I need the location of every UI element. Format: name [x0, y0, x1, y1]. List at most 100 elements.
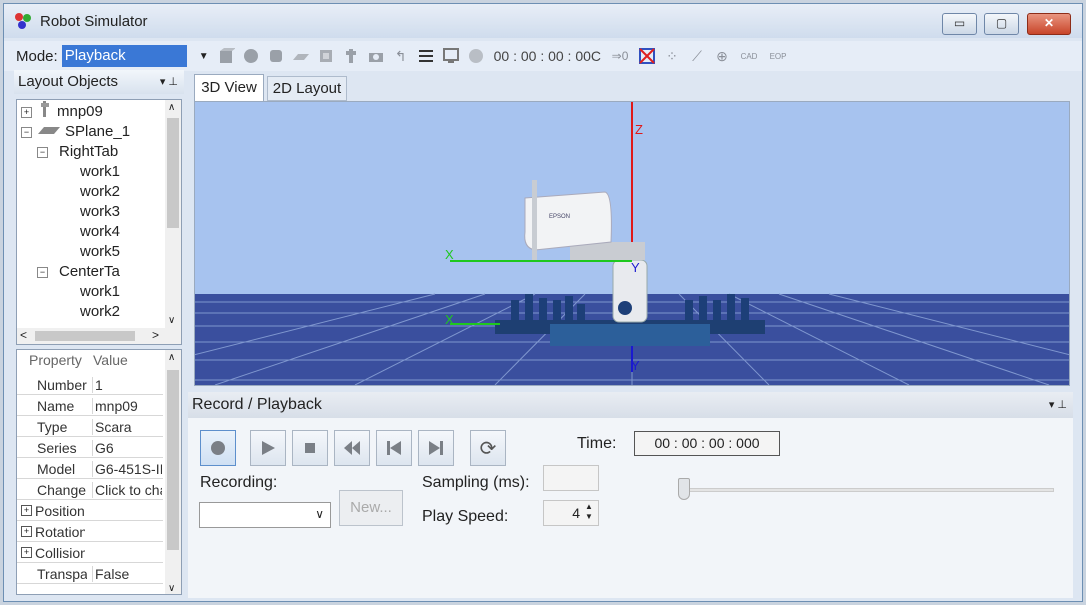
property-scrollbar[interactable]: ∧ ∨	[165, 350, 181, 594]
tree-vertical-scrollbar[interactable]: ∧ ∨	[165, 100, 181, 328]
property-name: Model	[37, 461, 76, 477]
tab-3d-view[interactable]: 3D View	[194, 74, 264, 101]
sampling-input[interactable]	[543, 465, 599, 491]
tree-item[interactable]: work2	[75, 302, 120, 322]
new-recording-button[interactable]: New...	[339, 490, 403, 526]
sampling-label: Sampling (ms):	[422, 474, 530, 491]
tree-horizontal-scrollbar[interactable]: < >	[17, 328, 181, 344]
link-icon[interactable]: ⟋	[686, 45, 708, 67]
robot-icon[interactable]	[340, 45, 362, 67]
tree-item[interactable]: work1	[75, 282, 120, 302]
chevron-down-icon[interactable]: ▼	[199, 51, 209, 62]
globe-icon[interactable]	[465, 45, 487, 67]
x-axis-label: X	[445, 247, 454, 262]
plane-icon	[38, 122, 60, 142]
previous-button[interactable]	[376, 430, 412, 466]
cad-icon[interactable]: CAD	[736, 45, 762, 67]
property-header: Property	[29, 352, 82, 368]
stop-icon	[305, 443, 315, 453]
property-row[interactable]: Type Scara	[17, 416, 163, 437]
collapse-icon[interactable]: −	[37, 266, 48, 278]
slider-thumb[interactable]	[678, 478, 690, 500]
property-row[interactable]: Name mnp09	[17, 395, 163, 416]
collapse-icon[interactable]: −	[21, 126, 32, 138]
playback-slider[interactable]	[678, 476, 1054, 506]
scatter-icon[interactable]: ⁘	[661, 45, 683, 67]
stop-button[interactable]	[292, 430, 328, 466]
property-value[interactable]: Click to cha	[92, 482, 162, 498]
expand-icon[interactable]: +	[21, 106, 32, 118]
3d-viewport[interactable]: EPSON Z X Y X Y	[194, 101, 1070, 386]
recording-select[interactable]: ∨	[199, 502, 331, 528]
property-value[interactable]: 1	[92, 377, 162, 393]
expand-icon[interactable]: +	[21, 526, 32, 537]
property-row[interactable]: Transpar False	[17, 563, 163, 584]
maximize-button[interactable]: ▢	[984, 13, 1019, 35]
tree-item[interactable]: work3	[75, 202, 120, 222]
tree-item[interactable]: − CenterTa	[37, 262, 120, 282]
property-value[interactable]: Scara	[92, 419, 162, 435]
tree-item[interactable]: − RightTab	[37, 142, 118, 162]
pin-icon[interactable]: ▾ ⊥	[1049, 392, 1067, 418]
tree-item[interactable]: work2	[75, 182, 120, 202]
property-value[interactable]: G6	[92, 440, 162, 456]
property-row[interactable]: + Collision	[17, 542, 163, 563]
property-row[interactable]: Model G6-451S-II	[17, 458, 163, 479]
close-button[interactable]: ✕	[1027, 13, 1071, 35]
property-row[interactable]: Series G6	[17, 437, 163, 458]
tree-item[interactable]: work4	[75, 222, 120, 242]
property-grid[interactable]: Property Value Number 1 Name mnp09 Type Scara…	[16, 349, 182, 595]
stepper-arrows-icon[interactable]: ▲ ▼	[585, 502, 593, 522]
record-button[interactable]	[200, 430, 236, 466]
property-row[interactable]: + Position	[17, 500, 163, 521]
eop-icon[interactable]: EOP	[765, 45, 791, 67]
box-icon[interactable]	[215, 45, 237, 67]
play-button[interactable]	[250, 430, 286, 466]
tab-2d-layout[interactable]: 2D Layout	[267, 76, 347, 101]
property-value[interactable]: False	[92, 566, 162, 582]
center-table	[550, 324, 710, 346]
expand-icon[interactable]: +	[21, 505, 32, 516]
list-icon[interactable]	[415, 45, 437, 67]
cylinder-icon[interactable]	[265, 45, 287, 67]
property-row[interactable]: + Rotation	[17, 521, 163, 542]
tree-item[interactable]: work1	[75, 162, 120, 182]
app-icon	[14, 12, 32, 30]
toolbar-time-display: 00 : 00 : 00 : 00C	[493, 48, 602, 64]
time-label: Time:	[577, 435, 617, 452]
layout-tree[interactable]: + mnp09− SPlane_1− RightTab work1 work2 work3 w…	[16, 99, 182, 345]
camera-icon[interactable]	[365, 45, 387, 67]
arrow-zero-icon[interactable]: ⇒0	[607, 45, 633, 67]
undo-icon[interactable]: ↰	[390, 45, 412, 67]
z-axis-label: Z	[635, 122, 643, 137]
property-value[interactable]: G6-451S-II	[92, 461, 162, 477]
pin-icon[interactable]: ▾ ⊥	[160, 70, 178, 94]
layout-objects-title: Layout Objects	[18, 73, 119, 90]
property-name: Name	[37, 398, 75, 414]
main-window: Robot Simulator ▭ ▢ ✕ Mode: Playback ▼ ↰…	[3, 3, 1083, 602]
property-row[interactable]: Change I Click to cha	[17, 479, 163, 500]
property-value[interactable]: mnp09	[92, 398, 162, 414]
property-name: Type	[37, 419, 68, 435]
collapse-icon[interactable]: −	[37, 146, 48, 158]
mode-select[interactable]: Playback	[61, 45, 187, 67]
sphere-icon[interactable]	[240, 45, 262, 67]
loop-icon: ⟳	[479, 437, 497, 460]
monitor-icon[interactable]	[440, 45, 462, 67]
target-icon[interactable]: ⊕	[711, 45, 733, 67]
tree-item[interactable]: − SPlane_1	[21, 122, 130, 142]
rewind-button[interactable]	[334, 430, 370, 466]
property-row[interactable]: Number 1	[17, 374, 163, 395]
tree-item[interactable]: + mnp09	[21, 101, 103, 122]
plane-icon[interactable]	[290, 45, 312, 67]
record-icon	[211, 441, 225, 455]
next-button[interactable]	[418, 430, 454, 466]
loop-button[interactable]: ⟳	[470, 430, 506, 466]
play-icon	[262, 441, 275, 455]
expand-icon[interactable]: +	[21, 547, 32, 558]
part-icon[interactable]	[315, 45, 337, 67]
minimize-button[interactable]: ▭	[942, 13, 977, 35]
collision-icon[interactable]	[636, 45, 658, 67]
tree-item[interactable]: work5	[75, 242, 120, 262]
scene-canvas[interactable]: EPSON Z X Y X Y	[195, 102, 1069, 385]
